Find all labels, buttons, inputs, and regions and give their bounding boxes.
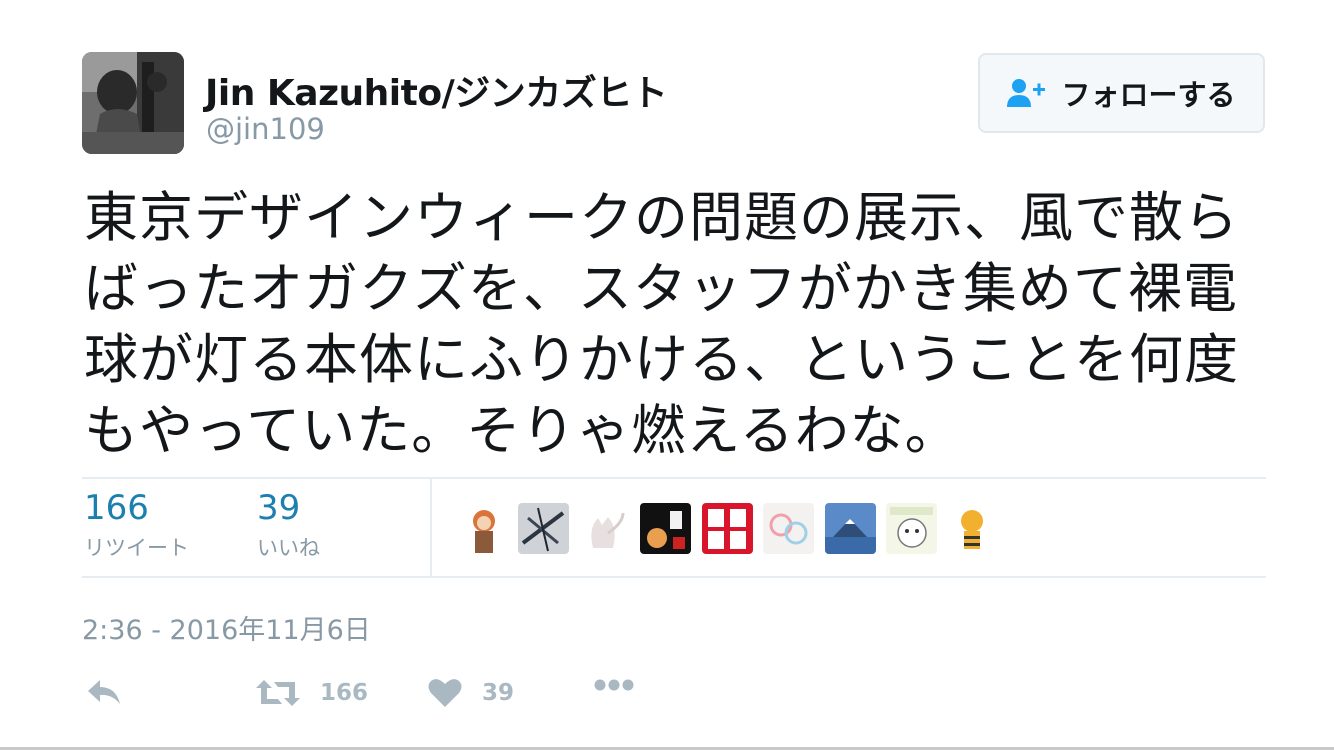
user-handle[interactable]: @jin109 (206, 112, 325, 146)
liker-avatar-3[interactable] (578, 503, 629, 554)
reply-icon (88, 680, 120, 704)
stats-vertical-divider (430, 479, 432, 576)
like-action-count: 39 (482, 680, 515, 706)
follow-button[interactable]: フォローする (978, 53, 1265, 133)
retweet-stat[interactable]: 166 リツイート (84, 488, 189, 562)
like-stat[interactable]: 39 いいね (257, 488, 320, 562)
tweet-text-line: ばったオガクズを、スタッフがかき集めて裸電 (84, 257, 1238, 320)
tweet-text-line: もやっていた。そりゃ燃えるわな。 (84, 399, 960, 462)
retweet-button[interactable]: 166 (256, 678, 368, 708)
retweet-count: 166 (84, 488, 149, 528)
display-name[interactable]: Jin Kazuhito/ジンカズヒト (205, 64, 668, 116)
add-user-icon (1007, 79, 1046, 107)
liker-avatar-9[interactable] (947, 503, 998, 554)
liker-avatar-2[interactable] (518, 503, 569, 554)
more-icon (594, 679, 634, 691)
liker-avatar-8[interactable] (886, 503, 937, 554)
stats-bottom-divider (82, 576, 1266, 578)
more-button[interactable] (593, 678, 635, 692)
liker-avatar-5[interactable] (702, 503, 753, 554)
tweet-timestamp[interactable]: 2:36 - 2016年11月6日 (82, 608, 371, 647)
tweet-text-line: 東京デザインウィークの問題の展示、風で散ら (84, 186, 1239, 249)
like-count: 39 (257, 488, 301, 528)
liker-avatar-6[interactable] (763, 503, 814, 554)
avatar-photo (82, 52, 184, 154)
follow-button-label: フォローする (1061, 78, 1236, 112)
liker-avatar-1[interactable] (459, 503, 510, 554)
reply-button[interactable] (86, 678, 122, 706)
tweet-text: 東京デザインウィークの問題の展示、風で散ら ばったオガクズを、スタッフがかき集め… (84, 182, 1264, 466)
retweet-label: リツイート (84, 536, 189, 560)
stats-top-divider (82, 477, 1266, 479)
like-button[interactable]: 39 (428, 678, 514, 708)
liker-avatar-4[interactable] (640, 503, 691, 554)
user-avatar[interactable] (82, 52, 184, 154)
heart-icon (428, 679, 462, 707)
tweet-text-line: 球が灯る本体にふりかける、ということを何度 (84, 328, 1239, 391)
liker-avatar-7[interactable] (825, 503, 876, 554)
retweet-action-count: 166 (320, 680, 369, 706)
like-label: いいね (257, 536, 320, 560)
retweet-icon (256, 680, 300, 706)
